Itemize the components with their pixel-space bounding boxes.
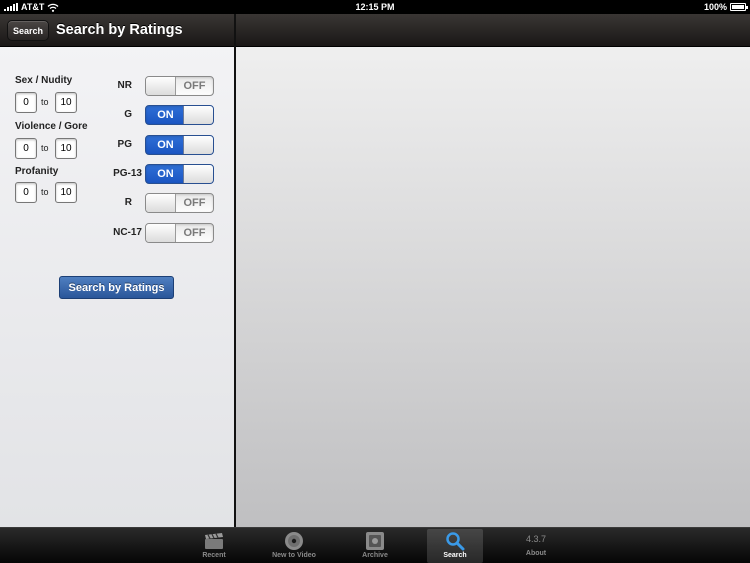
violence-gore-max-field[interactable]: 10: [55, 138, 77, 159]
clapperboard-icon: [203, 531, 225, 551]
rating-label-pg: PG: [117, 139, 132, 150]
battery-icon: [730, 3, 748, 11]
safe-icon: [364, 531, 386, 551]
battery-percent: 100%: [703, 2, 727, 12]
back-button[interactable]: Search: [7, 20, 49, 41]
tab-label: About: [525, 550, 547, 557]
status-bar: AT&T 12:15 PM 100%: [0, 0, 750, 14]
violence-gore-label: Violence / Gore: [15, 121, 88, 132]
tab-new-to-video[interactable]: New to Video: [266, 529, 322, 563]
detail-pane: [236, 14, 750, 527]
tab-recent[interactable]: Recent: [186, 529, 242, 563]
rating-label-pg13: PG-13: [113, 168, 142, 179]
toggle-g[interactable]: ON: [145, 105, 214, 125]
detail-navbar: [236, 14, 750, 47]
toggle-pg[interactable]: ON: [145, 135, 214, 155]
tab-label: Archive: [362, 552, 388, 559]
disc-icon: [283, 531, 305, 551]
tab-label: Recent: [202, 552, 226, 559]
tab-label: Search: [443, 552, 467, 559]
profanity-max-field[interactable]: 10: [55, 182, 77, 203]
rating-label-r: R: [124, 197, 132, 208]
rating-label-nr: NR: [117, 80, 132, 91]
to-label: to: [41, 187, 49, 197]
sex-nudity-label: Sex / Nudity: [15, 75, 73, 86]
sex-nudity-min-field[interactable]: 0: [15, 92, 37, 113]
tab-search[interactable]: Search: [427, 529, 483, 563]
tab-label: New to Video: [272, 552, 316, 559]
to-label: to: [41, 97, 49, 107]
tab-bar: Recent New to Video Archive Search 4.3.7…: [0, 527, 750, 563]
clock: 12:15 PM: [355, 2, 395, 12]
master-navbar: Search Search by Ratings: [0, 14, 234, 47]
tab-about[interactable]: 4.3.7 About: [508, 529, 564, 563]
rating-label-g: G: [124, 109, 132, 120]
rating-label-nc17: NC-17: [113, 227, 142, 238]
toggle-r[interactable]: OFF: [145, 193, 214, 213]
search-by-ratings-button[interactable]: Search by Ratings: [59, 276, 174, 299]
magnifier-icon: [444, 531, 466, 551]
to-label: to: [41, 143, 49, 153]
profanity-label: Profanity: [15, 166, 59, 177]
search-panel: Search Search by Ratings Sex / Nudity 0 …: [0, 14, 234, 527]
profanity-min-field[interactable]: 0: [15, 182, 37, 203]
toggle-pg13[interactable]: ON: [145, 164, 214, 184]
sex-nudity-max-field[interactable]: 10: [55, 92, 77, 113]
version-number: 4.3.7: [525, 534, 547, 544]
page-title: Search by Ratings: [56, 22, 183, 38]
toggle-nr[interactable]: OFF: [145, 76, 214, 96]
violence-gore-min-field[interactable]: 0: [15, 138, 37, 159]
toggle-nc17[interactable]: OFF: [145, 223, 214, 243]
battery-indicator: 100%: [703, 2, 748, 12]
tab-archive[interactable]: Archive: [347, 529, 403, 563]
